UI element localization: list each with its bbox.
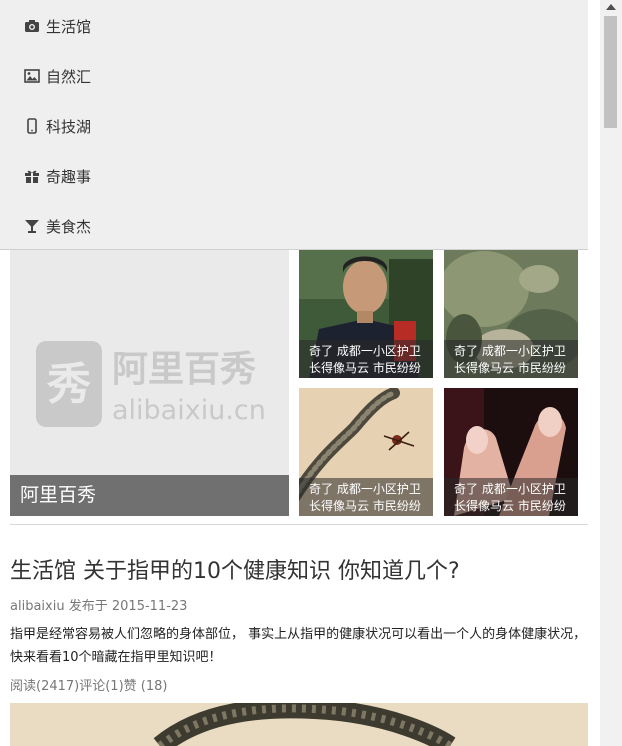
menu-item-fun[interactable]: 奇趣事 <box>24 161 91 191</box>
camera-icon <box>24 18 40 34</box>
svg-text:alibaixiu.cn: alibaixiu.cn <box>112 395 266 426</box>
scroll-up-arrow-icon[interactable] <box>606 4 616 10</box>
menu-item-label: 科技湖 <box>46 117 92 136</box>
section-divider <box>10 524 588 525</box>
hero-caption[interactable]: 阿里百秀 <box>10 475 289 516</box>
article-image-snake <box>10 703 588 746</box>
like-count[interactable]: 赞 (18) <box>124 679 168 694</box>
cocktail-icon <box>24 218 40 234</box>
article-image[interactable] <box>10 703 588 746</box>
article-stats: 阅读(2417)评论(1)赞 (18) <box>10 675 167 694</box>
scroll-thumb[interactable] <box>604 16 617 128</box>
mobile-icon <box>24 118 40 134</box>
thumb-caption: 奇了 成都一小区护卫 长得像马云 市民纷纷 <box>299 478 433 516</box>
vertical-scrollbar[interactable] <box>600 0 622 746</box>
published-label: 发布于 <box>68 599 108 614</box>
thumb-card-4[interactable]: 奇了 成都一小区护卫 长得像马云 市民纷纷 <box>444 388 578 516</box>
alibaixiu-logo: 秀 阿里百秀 alibaixiu.cn <box>36 341 266 427</box>
menu-item-label: 美食杰 <box>46 217 92 236</box>
read-count[interactable]: 阅读(2417) <box>10 679 79 694</box>
thumb-card-3[interactable]: 奇了 成都一小区护卫 长得像马云 市民纷纷 <box>299 388 433 516</box>
menu-item-tech[interactable]: 科技湖 <box>24 111 91 141</box>
article-title[interactable]: 生活馆 关于指甲的10个健康知识 你知道几个? <box>10 553 460 585</box>
menu-item-label: 自然汇 <box>46 67 92 86</box>
menu-item-nature[interactable]: 自然汇 <box>24 61 91 91</box>
gift-icon <box>24 168 40 184</box>
thumb-caption: 奇了 成都一小区护卫 长得像马云 市民纷纷 <box>444 340 578 378</box>
menu-item-label: 生活馆 <box>46 17 92 36</box>
thumb-card-2[interactable]: 奇了 成都一小区护卫 长得像马云 市民纷纷 <box>444 249 578 378</box>
thumb-caption: 奇了 成都一小区护卫 长得像马云 市民纷纷 <box>444 478 578 516</box>
thumb-caption: 奇了 成都一小区护卫 长得像马云 市民纷纷 <box>299 340 433 378</box>
category-dropdown-menu: 生活馆 自然汇 科技湖 奇趣事 美食杰 <box>0 0 588 250</box>
article-date: 2015-11-23 <box>111 599 188 614</box>
article-author[interactable]: alibaixiu <box>10 599 65 614</box>
hero-slide[interactable]: 秀 阿里百秀 alibaixiu.cn 阿里百秀 <box>10 249 289 516</box>
menu-item-life[interactable]: 生活馆 <box>24 11 91 41</box>
article-meta: alibaixiu 发布于 2015-11-23 <box>10 595 187 614</box>
image-icon <box>24 68 40 84</box>
svg-text:秀: 秀 <box>46 359 91 410</box>
menu-item-label: 奇趣事 <box>46 167 92 186</box>
thumb-card-1[interactable]: 奇了 成都一小区护卫 长得像马云 市民纷纷 <box>299 249 433 378</box>
comment-count[interactable]: 评论(1) <box>79 679 123 694</box>
article-excerpt: 指甲是经常容易被人们忽略的身体部位， 事实上从指甲的健康状况可以看出一个人的身体… <box>10 627 587 665</box>
svg-text:阿里百秀: 阿里百秀 <box>112 349 256 390</box>
menu-item-food[interactable]: 美食杰 <box>24 211 91 241</box>
